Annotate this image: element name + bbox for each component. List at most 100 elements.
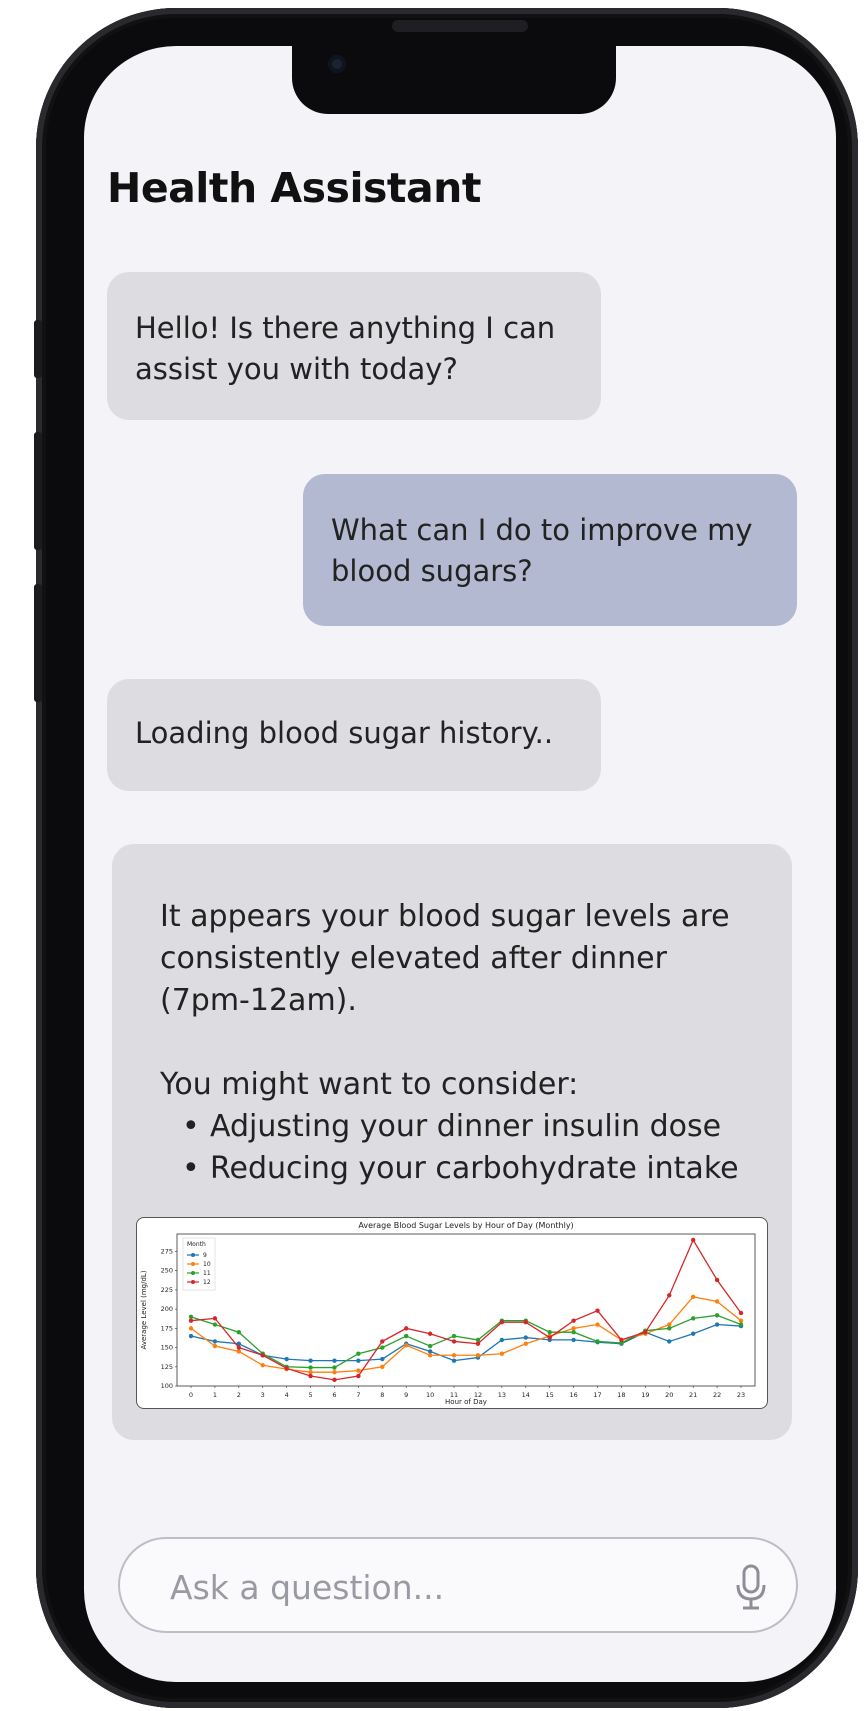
chat-input-box[interactable] [118,1537,798,1633]
data-point-10 [356,1368,361,1373]
x-tick-label: 13 [498,1391,506,1399]
data-point-12 [619,1337,624,1343]
x-tick-label: 19 [641,1391,649,1399]
x-tick-label: 10 [426,1391,434,1399]
x-tick-label: 12 [474,1391,482,1399]
data-point-12 [427,1331,433,1336]
x-tick-label: 21 [689,1391,697,1399]
data-point-12 [451,1339,457,1344]
x-tick-label: 9 [404,1391,408,1399]
data-point-11 [404,1333,409,1339]
x-tick-label: 5 [308,1391,312,1399]
data-point-12 [404,1326,409,1331]
data-point-10 [212,1343,218,1349]
x-tick-label: 22 [713,1391,721,1399]
data-point-9 [690,1331,696,1336]
data-point-9 [332,1358,337,1363]
x-tick-label: 2 [237,1391,241,1399]
data-point-9 [571,1337,576,1343]
x-tick-label: 16 [569,1391,577,1399]
x-tick-label: 3 [261,1391,265,1399]
data-point-11 [212,1322,218,1327]
data-point-12 [212,1316,218,1321]
blood-sugar-chart: Average Blood Sugar Levels by Hour of Da… [136,1217,768,1409]
data-point-12 [332,1377,337,1383]
data-point-12 [523,1320,528,1325]
legend-label-11: 11 [203,1270,211,1277]
microphone-icon[interactable] [734,1563,768,1611]
x-tick-label: 7 [356,1391,360,1399]
suggestion-list: Adjusting your dinner insulin dose Reduc… [160,1106,752,1190]
data-point-12 [308,1373,313,1379]
data-point-11 [690,1316,696,1321]
y-tick-label: 250 [161,1267,173,1275]
data-point-11 [714,1313,720,1318]
y-tick-label: 150 [161,1344,173,1352]
data-point-9 [499,1337,505,1343]
chart-svg: Average Blood Sugar Levels by Hour of Da… [140,1221,756,1406]
legend-title: Month [187,1241,206,1248]
data-point-11 [738,1322,744,1327]
plot-area [176,1233,756,1387]
data-point-10 [404,1343,409,1348]
data-point-11 [595,1339,600,1344]
data-point-12 [643,1330,648,1335]
data-point-12 [499,1320,505,1325]
x-tick-label: 6 [332,1391,336,1399]
data-point-12 [571,1318,576,1323]
legend-marker-11 [191,1271,195,1275]
x-tick-label: 8 [380,1391,384,1399]
data-point-11 [332,1365,337,1370]
data-point-11 [356,1351,361,1356]
data-point-9 [523,1335,528,1340]
question-input[interactable] [168,1557,692,1617]
data-point-11 [571,1330,576,1335]
data-point-10 [236,1349,242,1354]
data-point-12 [475,1341,481,1346]
data-point-9 [667,1339,672,1344]
consider-heading: You might want to consider: [160,1067,579,1102]
data-point-12 [284,1366,289,1371]
message-text: What can I do to improve my blood sugars… [331,513,753,588]
data-point-10 [738,1318,744,1323]
data-point-9 [308,1358,313,1363]
x-tick-label: 0 [189,1391,193,1399]
assistant-message: Hello! Is there anything I can assist yo… [107,272,601,420]
data-point-12 [380,1339,385,1344]
data-point-10 [714,1299,720,1304]
data-point-10 [571,1326,576,1331]
data-point-9 [188,1333,194,1339]
data-point-11 [475,1337,481,1343]
x-tick-label: 18 [617,1391,625,1399]
x-tick-label: 11 [450,1391,458,1399]
data-point-10 [667,1322,672,1327]
page-title: Health Assistant [107,164,481,212]
data-point-12 [356,1373,361,1379]
chart-title: Average Blood Sugar Levels by Hour of Da… [358,1221,573,1230]
data-point-10 [380,1364,385,1369]
data-point-10 [427,1353,433,1358]
message-text: Hello! Is there anything I can assist yo… [135,311,556,386]
data-point-10 [690,1294,696,1300]
message-text: Loading blood sugar history.. [135,716,554,750]
x-tick-label: 15 [546,1391,554,1399]
data-point-11 [236,1330,242,1335]
assistant-message: Loading blood sugar history.. [107,679,601,791]
list-item: Adjusting your dinner insulin dose [182,1106,752,1148]
data-point-10 [308,1369,313,1375]
y-tick-label: 225 [161,1286,173,1294]
volume-down-button [34,584,42,702]
x-axis-label: Hour of Day [445,1398,487,1406]
data-point-12 [690,1237,696,1243]
data-point-10 [475,1353,481,1358]
data-point-11 [547,1330,552,1335]
data-point-9 [356,1358,361,1363]
y-tick-label: 100 [161,1382,173,1390]
data-point-10 [260,1363,265,1368]
data-point-9 [380,1356,385,1362]
y-tick-label: 125 [161,1363,173,1371]
y-axis-label: Average Level (mg/dL) [140,1270,148,1349]
data-point-12 [667,1293,672,1298]
legend-label-12: 12 [203,1279,211,1286]
data-point-9 [427,1349,433,1354]
